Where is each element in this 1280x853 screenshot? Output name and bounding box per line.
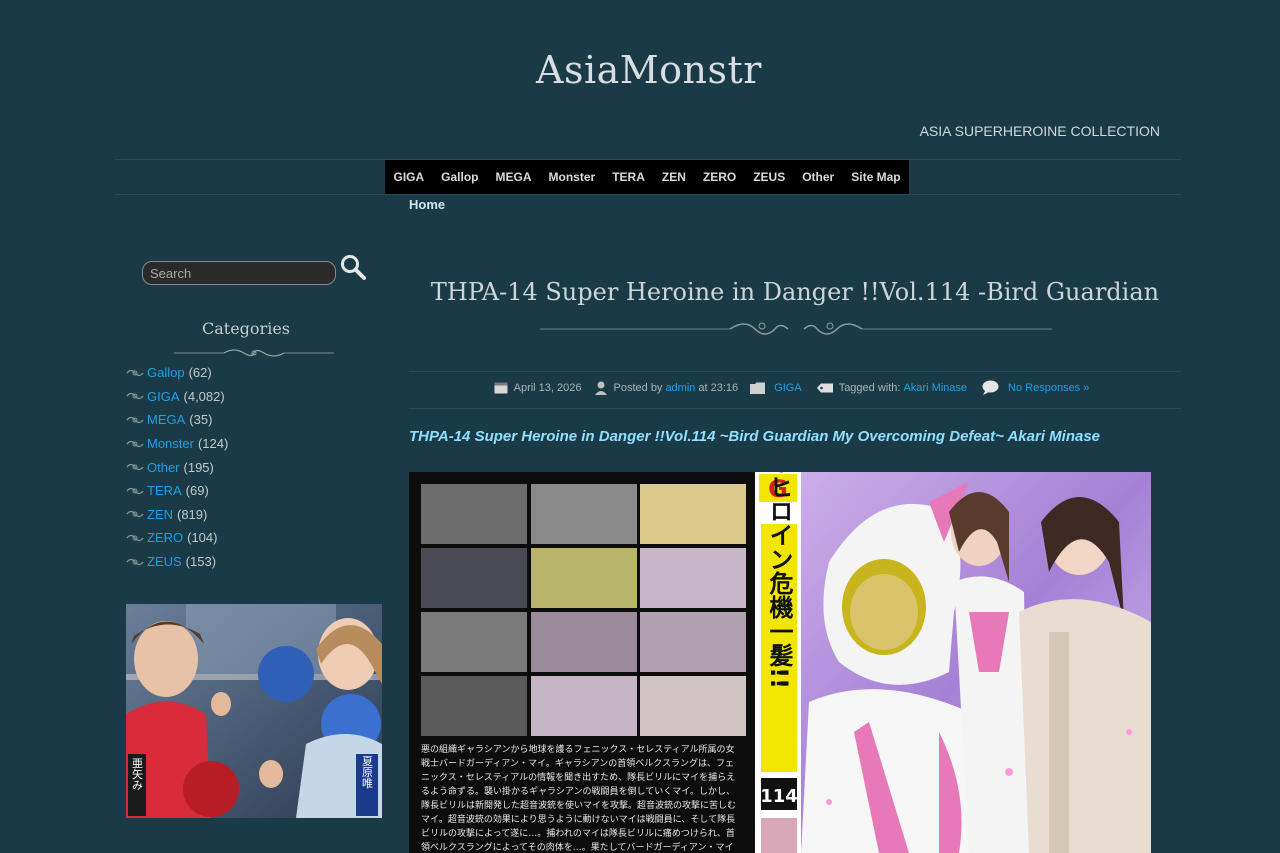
category-link-zen[interactable]: ZEN: [147, 507, 173, 522]
category-link[interactable]: GIGA: [774, 382, 802, 394]
comment-icon: [982, 380, 999, 395]
category-count: (4,082): [183, 388, 225, 404]
nav-item-tera[interactable]: TERA: [604, 160, 654, 194]
post-author: Posted by admin at 23:16: [594, 381, 738, 395]
ornament-bullet-icon: [126, 555, 147, 569]
cover-image[interactable]: 悪の組織ギャラシアンから地球を護るフェニックス・セレスティアル所属の女 戦士バー…: [409, 472, 1151, 853]
nav-item-zen[interactable]: ZEN: [653, 160, 694, 194]
post-tags: Tagged with: Akari Minase: [816, 382, 970, 394]
post-category: GIGA: [750, 382, 805, 394]
category-count: (104): [187, 530, 218, 546]
ornament-bullet-icon: [126, 460, 147, 474]
category-link-zeus[interactable]: ZEUS: [147, 554, 182, 569]
sidebar-ad-banner[interactable]: 亜矢み 夏原唯: [126, 604, 382, 818]
ornament-bullet-icon: [126, 366, 147, 380]
category-item: Other (195): [126, 455, 228, 479]
svg-text:隊長ビリルは新開発した超音波銃を使いマイを攻撃。超音波銃の攻: 隊長ビリルは新開発した超音波銃を使いマイを攻撃。超音波銃の攻撃に苦しむ: [421, 799, 736, 811]
category-link-gallop[interactable]: Gallop: [147, 365, 185, 380]
nav-item-gallop[interactable]: Gallop: [433, 160, 487, 194]
cover-volume: 114: [760, 786, 798, 807]
tag-link[interactable]: Akari Minase: [903, 382, 967, 394]
nav-bottom-rule: [115, 194, 1181, 195]
responses-link[interactable]: No Responses »: [1008, 382, 1089, 394]
nav-item-site-map[interactable]: Site Map: [843, 160, 909, 194]
svg-text:るよう命ずる。襲い掛かるギャラシアンの戦闘員を倒していくマイ: るよう命ずる。襲い掛かるギャラシアンの戦闘員を倒していくマイ。しかし、: [421, 785, 735, 797]
ornament-bullet-icon: [126, 389, 147, 403]
post-subtitle: THPA-14 Super Heroine in Danger !!Vol.11…: [409, 428, 1101, 445]
breadcrumb-home[interactable]: Home: [409, 197, 445, 212]
site-title[interactable]: AsiaMonstr: [0, 48, 1280, 92]
nav-item-monster[interactable]: Monster: [540, 160, 604, 194]
post-meta: April 13, 2026 Posted by admin at 23:16 …: [409, 380, 1189, 395]
user-icon: [594, 381, 607, 395]
meta-top-rule: [409, 371, 1181, 372]
nav-item-other[interactable]: Other: [794, 160, 843, 194]
category-link-other[interactable]: Other: [147, 460, 180, 475]
category-count: (124): [197, 436, 229, 452]
folder-icon: [750, 382, 766, 394]
author-link[interactable]: admin: [665, 382, 695, 394]
category-item: Monster (124): [126, 432, 228, 456]
category-item: Gallop (62): [126, 361, 228, 385]
category-item: ZEUS (153): [126, 550, 228, 574]
main-nav: GIGA Gallop MEGA Monster TERA ZEN ZERO Z…: [385, 160, 910, 194]
svg-text:ニックス・セレスティアルの情報を聞き出すため、隊長ビリルにマ: ニックス・セレスティアルの情報を聞き出すため、隊長ビリルにマイを捕らえ: [421, 771, 735, 783]
title-ornament-icon: [540, 314, 1052, 348]
cover-vertical-title: スーパーヒロイン危機一髪!!: [765, 472, 794, 689]
post-date: April 13, 2026: [494, 381, 582, 394]
svg-text:悪の組織ギャラシアンから地球を護るフェニックス・セレスティア: 悪の組織ギャラシアンから地球を護るフェニックス・セレスティアル所属の女: [421, 743, 735, 755]
search-form: [142, 255, 366, 285]
category-count: (153): [185, 554, 217, 570]
category-link-zero[interactable]: ZERO: [147, 530, 183, 545]
category-item: ZERO (104): [126, 526, 228, 550]
category-item: MEGA (35): [126, 408, 228, 432]
tag-icon: [816, 383, 833, 392]
site-tagline: ASIA SUPERHEROINE COLLECTION: [919, 123, 1160, 139]
category-link-monster[interactable]: Monster: [147, 436, 194, 451]
nav-item-zero[interactable]: ZERO: [694, 160, 744, 194]
category-item: ZEN (819): [126, 503, 228, 527]
ornament-bullet-icon: [126, 531, 147, 545]
category-link-tera[interactable]: TERA: [147, 483, 182, 498]
nav-item-giga[interactable]: GIGA: [385, 160, 433, 194]
svg-text:戦士バードガーディアン・マイ。ギャラシアンの首領ベルクスラン: 戦士バードガーディアン・マイ。ギャラシアンの首領ベルクスラングは、フェ: [421, 757, 734, 769]
search-input[interactable]: [142, 261, 336, 285]
svg-text:領ベルクスラングによってその肉体を…。果たしてバードガーディ: 領ベルクスラングによってその肉体を…。果たしてバードガーディアン・マイ: [421, 841, 733, 853]
category-count: (62): [188, 365, 212, 381]
category-list: Gallop (62) GIGA (4,082) MEGA (35) Monst…: [126, 361, 228, 573]
post-title[interactable]: THPA-14 Super Heroine in Danger !!Vol.11…: [409, 278, 1181, 306]
category-count: (69): [185, 483, 209, 499]
svg-text:マイ。超音波銃の効果により思うように動けないマイは戦闘員に、: マイ。超音波銃の効果により思うように動けないマイは戦闘員に、そして隊長: [421, 813, 735, 825]
category-link-giga[interactable]: GIGA: [147, 389, 180, 404]
ornament-bullet-icon: [126, 437, 147, 451]
meta-bottom-rule: [409, 408, 1181, 409]
categories-title: Categories: [202, 319, 290, 338]
nav-item-zeus[interactable]: ZEUS: [745, 160, 794, 194]
category-item: TERA (69): [126, 479, 228, 503]
ad-name-left: 亜矢み: [131, 758, 144, 791]
nav-item-mega[interactable]: MEGA: [487, 160, 540, 194]
category-count: (35): [189, 412, 213, 428]
search-icon[interactable]: [339, 253, 367, 281]
category-count: (195): [183, 459, 214, 475]
ad-name-right: 夏原唯: [361, 755, 374, 788]
category-item: GIGA (4,082): [126, 385, 228, 409]
post-comments: No Responses »: [982, 380, 1092, 395]
ornament-bullet-icon: [126, 413, 147, 427]
category-count: (819): [177, 506, 208, 522]
category-link-mega[interactable]: MEGA: [147, 412, 185, 427]
calendar-icon: [494, 382, 508, 394]
ornament-bullet-icon: [126, 484, 147, 498]
ornament-bullet-icon: [126, 507, 147, 521]
svg-text:ビリルの攻撃によって遂に…。捕われのマイは隊長ビリルに痛めつ: ビリルの攻撃によって遂に…。捕われのマイは隊長ビリルに痛めつけられ、首: [421, 827, 735, 839]
